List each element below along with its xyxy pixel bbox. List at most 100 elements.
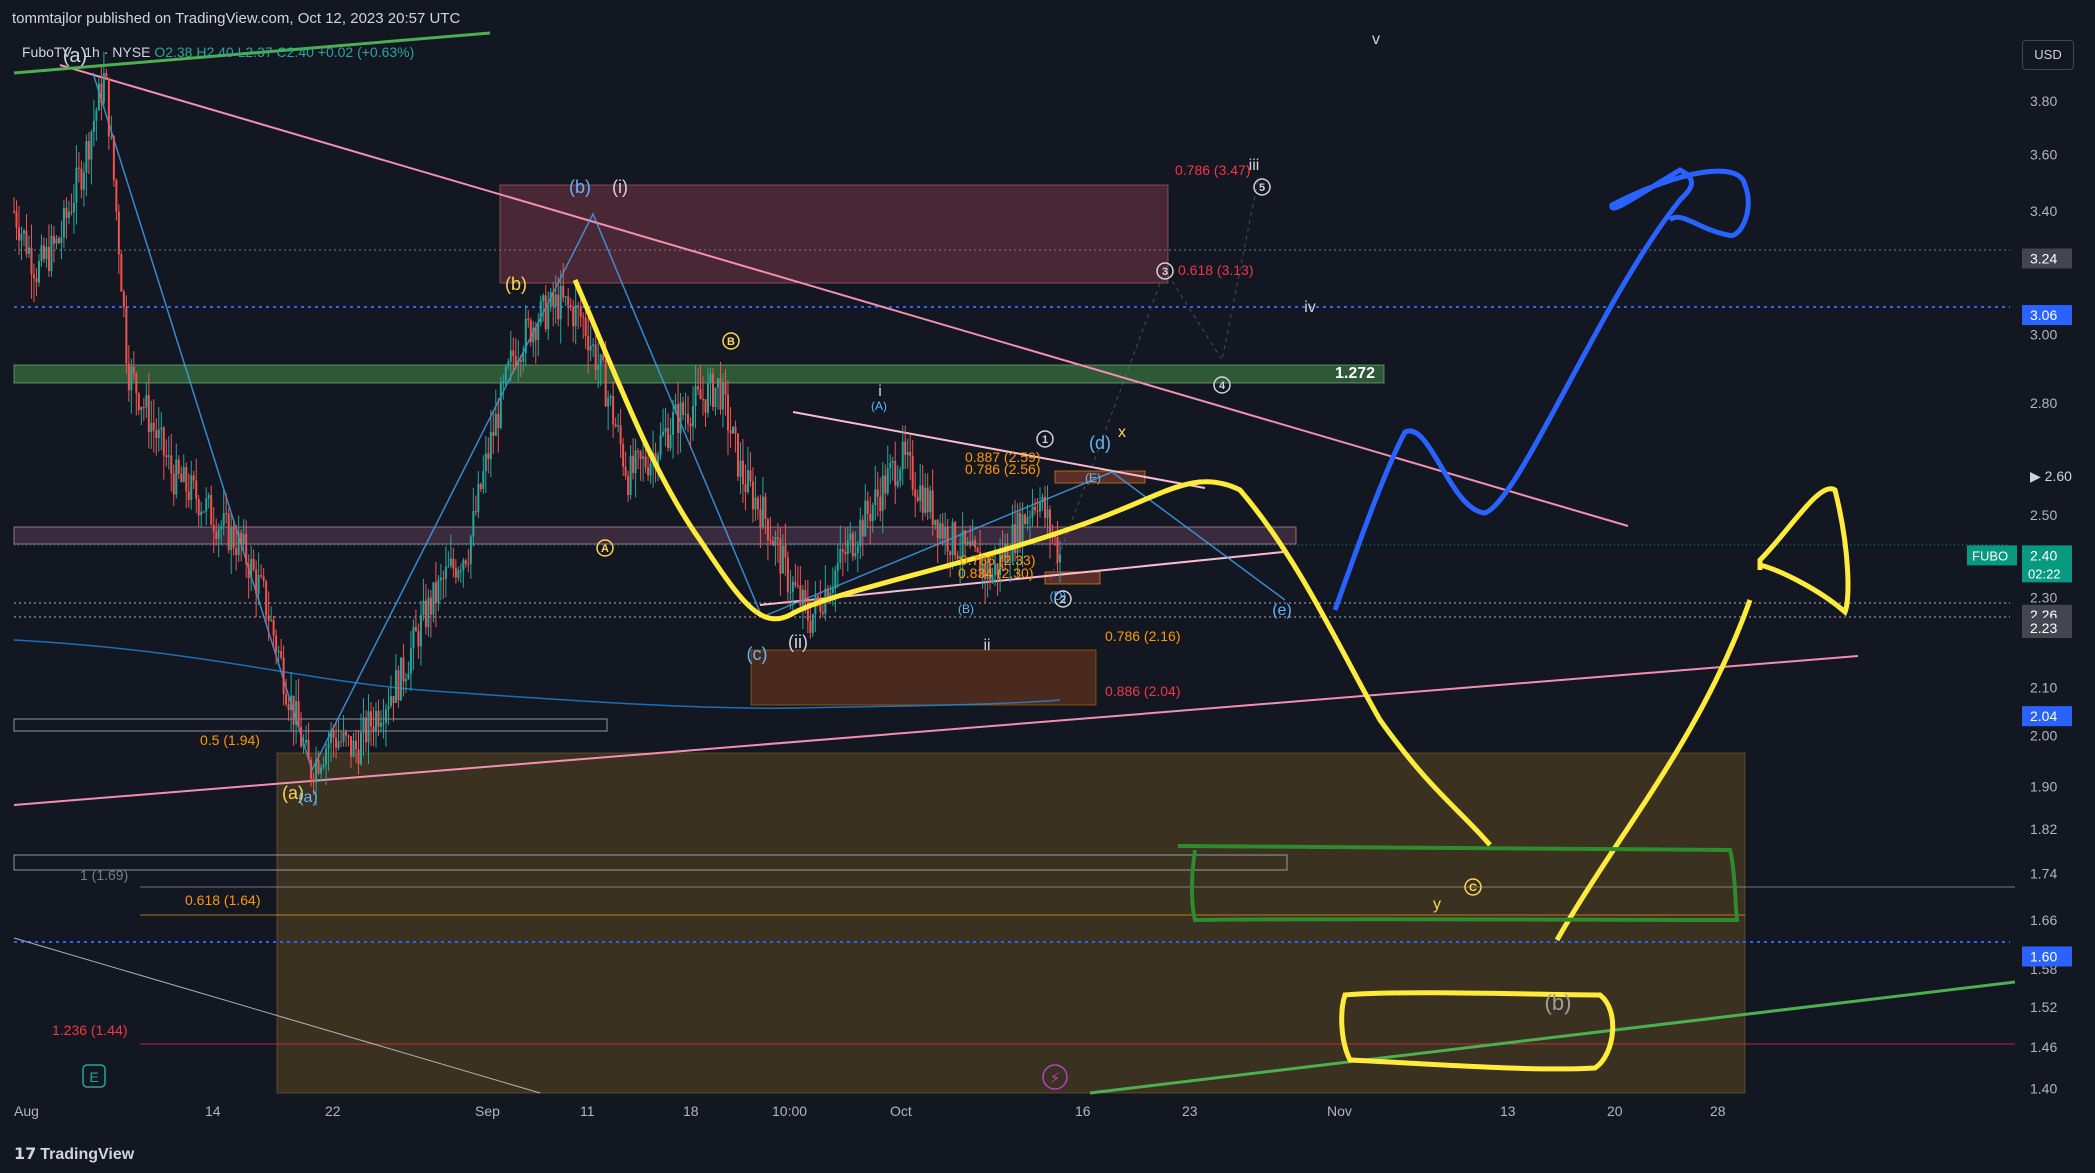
candle-body: [85, 140, 88, 173]
candle-body: [317, 759, 320, 774]
candle-body: [494, 413, 497, 436]
candle-body: [120, 254, 123, 292]
candle-body: [112, 136, 115, 180]
candle-body: [387, 705, 390, 710]
candle-body: [62, 207, 65, 238]
price-tag-text: 3.24: [2030, 250, 2057, 266]
candle-body: [647, 467, 650, 476]
price-chart[interactable]: 0.786 (3.47)0.618 (3.13)1.2720.887 (2.59…: [0, 0, 2095, 1173]
candle-body: [709, 373, 712, 384]
candle-body: [444, 566, 447, 579]
candle-body: [305, 739, 308, 744]
candle-body: [682, 402, 685, 415]
wave-label: (b): [505, 274, 527, 294]
candle-body: [901, 441, 904, 470]
candle-body: [514, 355, 517, 366]
candle-body: [362, 717, 365, 733]
candle-body: [1021, 514, 1024, 546]
candle-body: [724, 382, 727, 395]
candle-body: [195, 480, 198, 500]
candle-body: [267, 615, 270, 621]
candle-body: [427, 597, 430, 628]
candle-body: [574, 305, 577, 327]
candle-body: [569, 304, 572, 308]
candle-body: [799, 585, 802, 606]
candle-body: [45, 246, 48, 260]
candle-body: [1056, 537, 1059, 563]
candle-body: [330, 730, 333, 744]
candle-body: [477, 484, 480, 513]
currency-button[interactable]: USD: [2022, 40, 2074, 70]
candle-body: [602, 354, 605, 361]
candle-body: [694, 386, 697, 407]
wave-label: (b): [1545, 990, 1572, 1015]
candle-body: [82, 172, 85, 190]
candle-body: [352, 740, 355, 757]
candle-body: [969, 541, 972, 546]
candle-body: [250, 558, 253, 578]
time-axis[interactable]: Aug 14 22 Sep 11 18 10:00 Oct 16 23 Nov 13 20 28: [14, 1103, 1726, 1119]
candle-body: [834, 570, 837, 589]
candle-body: [786, 557, 789, 592]
candle-body: [687, 414, 690, 424]
candle-body: [137, 393, 140, 411]
earnings-icon-letter: E: [89, 1069, 98, 1085]
symbol-tag-text: FUBO: [1972, 548, 2008, 563]
symbol-legend[interactable]: FuboTV · 1h · NYSE O2.38 H2.40 L2.37 C2.…: [22, 44, 414, 60]
candle-body: [889, 462, 892, 469]
candle-body: [145, 395, 148, 408]
wave-label: (E): [1085, 471, 1101, 485]
candle-body: [697, 386, 700, 390]
candle-body: [464, 560, 467, 564]
candle-body: [467, 563, 470, 565]
candle-body: [484, 453, 487, 472]
candle-body: [47, 246, 50, 272]
candle-body: [155, 430, 158, 439]
candle-body: [282, 657, 285, 695]
candle-body: [604, 360, 607, 407]
x-tick-label: 11: [580, 1103, 595, 1119]
candle-body: [364, 717, 367, 743]
candle-body: [307, 739, 310, 760]
candle-body: [52, 235, 55, 244]
candle-body: [567, 296, 570, 305]
candle-body: [302, 743, 305, 747]
wave-label: (b): [569, 177, 591, 197]
x-tick-label: Nov: [1327, 1103, 1352, 1119]
candle-body: [297, 701, 300, 727]
candle-body: [711, 373, 714, 408]
candle-body: [377, 710, 380, 727]
candle-body: [906, 452, 909, 455]
candle-body: [951, 522, 954, 556]
candle-body: [170, 455, 173, 474]
candle-body: [846, 540, 849, 555]
candle-body: [157, 429, 160, 439]
candle-body: [931, 490, 934, 525]
candle-body: [731, 426, 734, 434]
candle-body: [532, 327, 535, 343]
candle-body: [517, 359, 520, 366]
candle-body: [37, 260, 40, 283]
candle-body: [222, 513, 225, 526]
candle-body: [57, 238, 60, 244]
candle-body: [804, 589, 807, 601]
candle-body: [941, 523, 944, 539]
price-tag-text: ▶ 2.60: [2030, 468, 2072, 484]
candle-body: [662, 431, 665, 436]
candle-body: [270, 619, 273, 621]
candle-body: [864, 500, 867, 537]
candle-body: [72, 203, 75, 213]
candle-body: [721, 382, 724, 410]
price-axis[interactable]: 3.80 3.60 3.40 3.00 2.80 2.50 2.30 2.10 2.00 1.90…: [2030, 93, 2057, 1097]
price-tag-text: 2.23: [2030, 620, 2057, 636]
candle-body: [462, 560, 465, 571]
legend-low: L2.37: [237, 44, 273, 60]
extension-band-1272: [13, 364, 1385, 384]
candle-body: [397, 670, 400, 701]
candle-body: [127, 363, 130, 391]
candle-body: [749, 470, 752, 482]
candle-body: [27, 247, 30, 254]
candle-body: [217, 529, 220, 539]
candle-body: [1046, 509, 1049, 518]
candle-body: [227, 513, 230, 551]
